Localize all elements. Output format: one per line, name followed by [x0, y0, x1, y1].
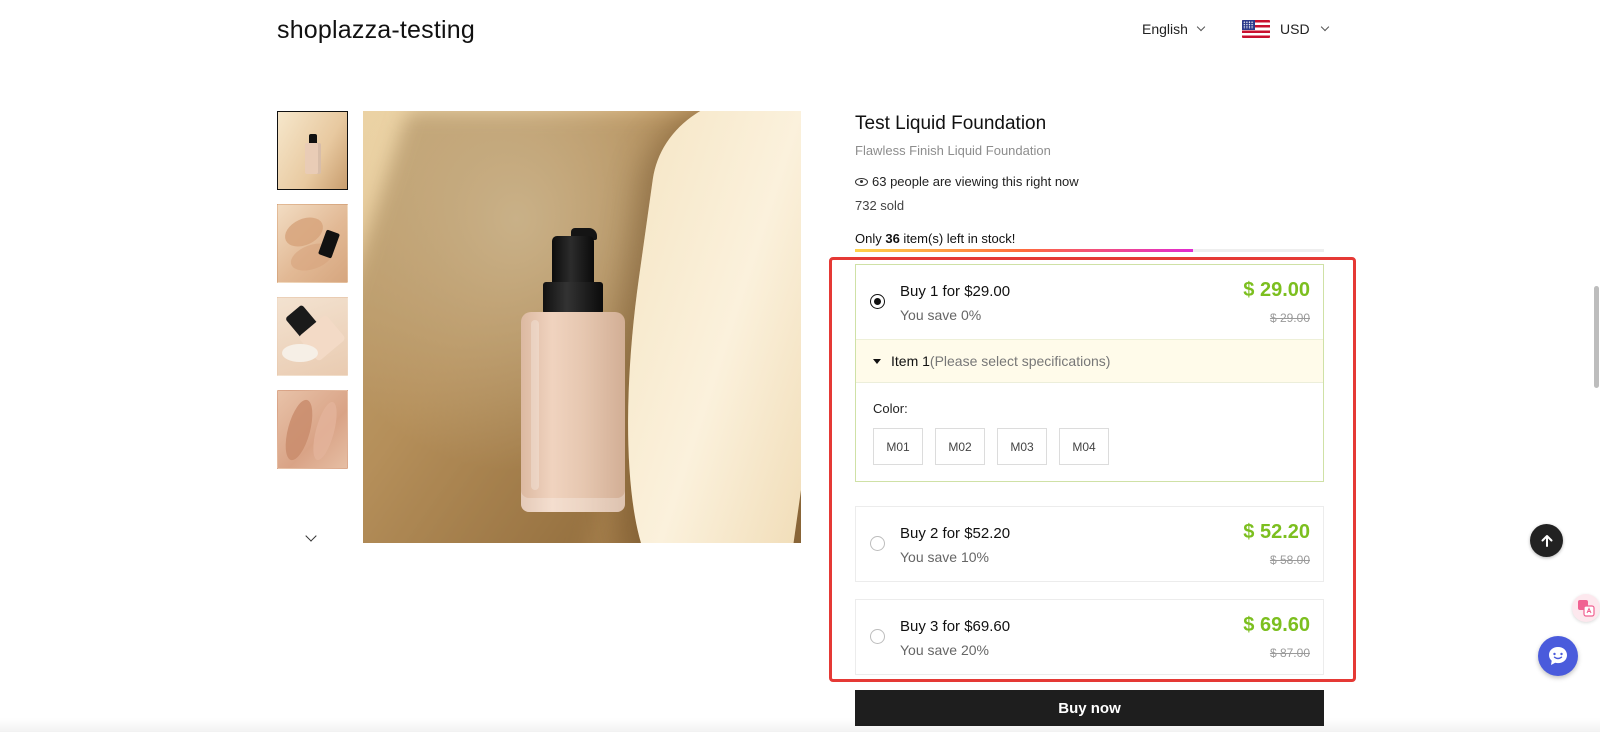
bundle-price: $ 69.60 [1243, 614, 1310, 636]
product-subtitle: Flawless Finish Liquid Foundation [855, 143, 1051, 158]
spec-item-label: Item 1 [891, 353, 930, 369]
back-to-top-button[interactable] [1530, 524, 1563, 557]
arrow-up-icon [1541, 534, 1552, 547]
currency-selector[interactable]: USD [1242, 20, 1329, 38]
bundle-option-3[interactable]: Buy 3 for $69.60 You save 20% $ 69.60 $ … [855, 599, 1324, 675]
spec-panel: Color: M01 M02 M03 M04 [856, 383, 1323, 481]
color-options: M01 M02 M03 M04 [873, 428, 1306, 465]
chat-button[interactable] [1538, 636, 1578, 676]
bundle-label: Buy 1 for $29.00 [900, 283, 1011, 300]
thumbnail-3[interactable] [277, 297, 348, 376]
bundle-option-2[interactable]: Buy 2 for $52.20 You save 10% $ 52.20 $ … [855, 506, 1324, 582]
stock-notice: Only 36 item(s) left in stock! [855, 231, 1015, 246]
thumbnail-list [277, 111, 348, 483]
bundle-price: $ 29.00 [1243, 279, 1310, 301]
bundle-label: Buy 2 for $52.20 [900, 525, 1011, 542]
radio-button[interactable] [870, 629, 885, 644]
viewing-count: 63 people are viewing this right now [855, 174, 1079, 189]
thumbnail-4[interactable] [277, 390, 348, 469]
product-title: Test Liquid Foundation [855, 113, 1047, 134]
stock-count: 36 [885, 231, 900, 246]
thumbnail-2[interactable] [277, 204, 348, 283]
translate-icon [1578, 600, 1595, 617]
color-option-m01[interactable]: M01 [873, 428, 923, 465]
color-option-m02[interactable]: M02 [935, 428, 985, 465]
bundle-original-price: $ 29.00 [1269, 311, 1310, 325]
bundle-original-price: $ 58.00 [1269, 553, 1310, 567]
product-thumbnail-image [305, 134, 321, 174]
currency-label: USD [1280, 21, 1310, 37]
language-selector[interactable]: English [1142, 21, 1206, 37]
stock-prefix: Only [855, 231, 886, 246]
language-label: English [1142, 21, 1188, 37]
caret-down-icon [873, 358, 881, 364]
bundle-option-1[interactable]: Buy 1 for $29.00 You save 0% $ 29.00 $ 2… [855, 264, 1324, 482]
color-option-m04[interactable]: M04 [1059, 428, 1109, 465]
product-page: shoplazza-testing English USD Test Liqui… [0, 0, 1600, 732]
bundle-savings: You save 20% [900, 642, 989, 658]
thumbnail-1[interactable] [277, 111, 348, 190]
chevron-down-icon [1320, 22, 1329, 32]
product-main-image[interactable] [363, 111, 801, 543]
spec-toggle[interactable]: Item 1 (Please select specifications) [856, 339, 1323, 383]
chevron-down-icon [1196, 22, 1206, 32]
viewing-text: 63 people are viewing this right now [872, 174, 1079, 189]
page-scrollbar[interactable] [1594, 286, 1599, 388]
spec-hint: (Please select specifications) [929, 353, 1111, 369]
foundation-bottle-image [519, 228, 627, 518]
us-flag-icon [1242, 20, 1270, 38]
eye-icon [855, 177, 868, 186]
radio-button-selected[interactable] [870, 294, 885, 309]
bundle-price: $ 52.20 [1243, 521, 1310, 543]
translate-button[interactable] [1572, 594, 1600, 622]
chat-icon [1549, 647, 1567, 665]
stock-suffix: item(s) left in stock! [899, 231, 1016, 246]
bottom-shadow [0, 718, 1600, 732]
chevron-down-icon[interactable] [305, 530, 317, 542]
stock-progress-bar [855, 249, 1324, 252]
bundle-savings: You save 0% [900, 307, 982, 323]
color-label: Color: [873, 401, 908, 416]
sold-count: 732 sold [855, 198, 905, 213]
stock-progress-fill [855, 249, 1193, 252]
store-logo[interactable]: shoplazza-testing [277, 16, 475, 45]
bundle-label: Buy 3 for $69.60 [900, 618, 1011, 635]
bundle-original-price: $ 87.00 [1269, 646, 1310, 660]
radio-button[interactable] [870, 536, 885, 551]
bundle-savings: You save 10% [900, 549, 989, 565]
color-option-m03[interactable]: M03 [997, 428, 1047, 465]
